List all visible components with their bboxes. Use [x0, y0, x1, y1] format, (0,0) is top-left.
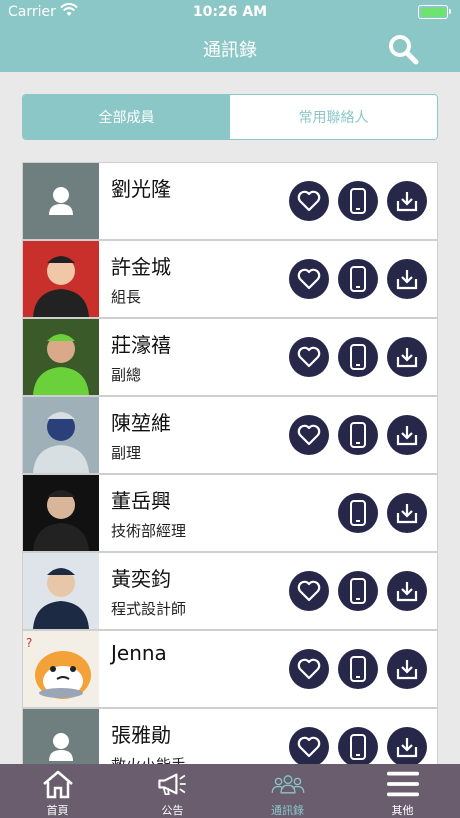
download-icon[interactable]: [387, 649, 427, 689]
member-segment-control: 全部成員 常用聯絡人: [22, 94, 438, 140]
contact-list[interactable]: 劉光隆 許金城 組長 莊濠禧 副總 陳堃維 副理 董岳興 技術部經理 黃奕鈞 程式設計師? Jenna…: [22, 162, 438, 764]
contact-name: 黃奕鈞: [111, 567, 171, 591]
avatar: [23, 475, 99, 551]
tab-announcements[interactable]: 公告: [115, 764, 230, 818]
contact-actions: [289, 571, 427, 611]
status-bar: Carrier 10:26 AM: [0, 0, 460, 24]
favorite-heart-icon[interactable]: [289, 337, 329, 377]
tab-bar: 首頁 公告 通訊錄 其他: [0, 764, 460, 818]
avatar: [23, 319, 99, 395]
phone-icon[interactable]: [338, 337, 378, 377]
contact-actions: [289, 259, 427, 299]
contact-name: 莊濠禧: [111, 333, 171, 357]
contact-title: 程式設計師: [111, 600, 187, 618]
contact-actions: [289, 415, 427, 455]
contact-row[interactable]: 莊濠禧 副總: [22, 318, 438, 396]
favorite-heart-icon[interactable]: [289, 181, 329, 221]
avatar: [23, 241, 99, 317]
contact-title: 副理: [111, 444, 142, 462]
tab-label: 其他: [391, 804, 414, 817]
download-icon[interactable]: [387, 259, 427, 299]
avatar: [23, 553, 99, 629]
contact-name: 陳堃維: [111, 411, 171, 435]
contact-actions: [289, 727, 427, 764]
contact-name: 張雅勛: [111, 723, 171, 747]
tab-label: 公告: [161, 804, 184, 817]
contact-row[interactable]: 許金城 組長: [22, 240, 438, 318]
tab-more[interactable]: 其他: [345, 764, 460, 818]
contact-name: 董岳興: [111, 489, 171, 513]
phone-icon[interactable]: [338, 415, 378, 455]
phone-icon[interactable]: [338, 571, 378, 611]
segment-all-members[interactable]: 全部成員: [23, 95, 230, 139]
contact-title: 救火小能手: [111, 754, 186, 764]
svg-text:?: ?: [26, 636, 32, 650]
download-icon[interactable]: [387, 337, 427, 377]
phone-icon[interactable]: [338, 259, 378, 299]
download-icon[interactable]: [387, 415, 427, 455]
avatar: ?: [23, 631, 99, 707]
contact-actions: [289, 337, 427, 377]
tab-label: 首頁: [46, 804, 69, 817]
contact-actions: [289, 493, 427, 533]
search-icon[interactable]: [386, 32, 420, 66]
segment-favorite-contacts[interactable]: 常用聯絡人: [230, 95, 437, 139]
app-header: Carrier 10:26 AM 通訊錄: [0, 0, 460, 72]
contact-row[interactable]: 黃奕鈞 程式設計師: [22, 552, 438, 630]
contact-actions: [289, 649, 427, 689]
favorite-heart-icon[interactable]: [289, 571, 329, 611]
contact-title: 副總: [111, 366, 142, 384]
avatar: [23, 397, 99, 473]
favorite-heart-icon[interactable]: [289, 649, 329, 689]
download-icon[interactable]: [387, 181, 427, 221]
contact-actions: [289, 181, 427, 221]
clock-label: 10:26 AM: [192, 4, 268, 20]
phone-icon[interactable]: [338, 493, 378, 533]
contact-row[interactable]: 劉光隆: [22, 162, 438, 240]
contact-row[interactable]: 張雅勛救火小能手: [22, 708, 438, 764]
favorite-heart-icon[interactable]: [289, 415, 329, 455]
phone-icon[interactable]: [338, 181, 378, 221]
contact-name: Jenna: [111, 641, 167, 665]
contact-row[interactable]: ? Jenna: [22, 630, 438, 708]
tab-home[interactable]: 首頁: [0, 764, 115, 818]
phone-icon[interactable]: [338, 649, 378, 689]
phone-icon[interactable]: [338, 727, 378, 764]
contact-name: 許金城: [111, 255, 171, 279]
avatar-placeholder-icon: [23, 709, 99, 764]
megaphone-icon: [156, 768, 190, 800]
favorite-heart-icon[interactable]: [289, 727, 329, 764]
battery-icon: [418, 5, 451, 19]
contact-row[interactable]: 陳堃維 副理: [22, 396, 438, 474]
favorite-heart-icon[interactable]: [289, 259, 329, 299]
contacts-icon: [271, 768, 305, 800]
avatar-placeholder-icon: [23, 163, 99, 239]
tab-contacts[interactable]: 通訊錄: [230, 764, 345, 818]
contact-name: 劉光隆: [111, 177, 171, 201]
download-icon[interactable]: [387, 493, 427, 533]
download-icon[interactable]: [387, 571, 427, 611]
download-icon[interactable]: [387, 727, 427, 764]
contact-title: 技術部經理: [111, 522, 187, 540]
contact-row[interactable]: 董岳興 技術部經理: [22, 474, 438, 552]
home-icon: [41, 768, 75, 800]
menu-icon: [386, 768, 420, 800]
contact-title: 組長: [111, 288, 142, 306]
tab-label: 通訊錄: [271, 804, 304, 817]
